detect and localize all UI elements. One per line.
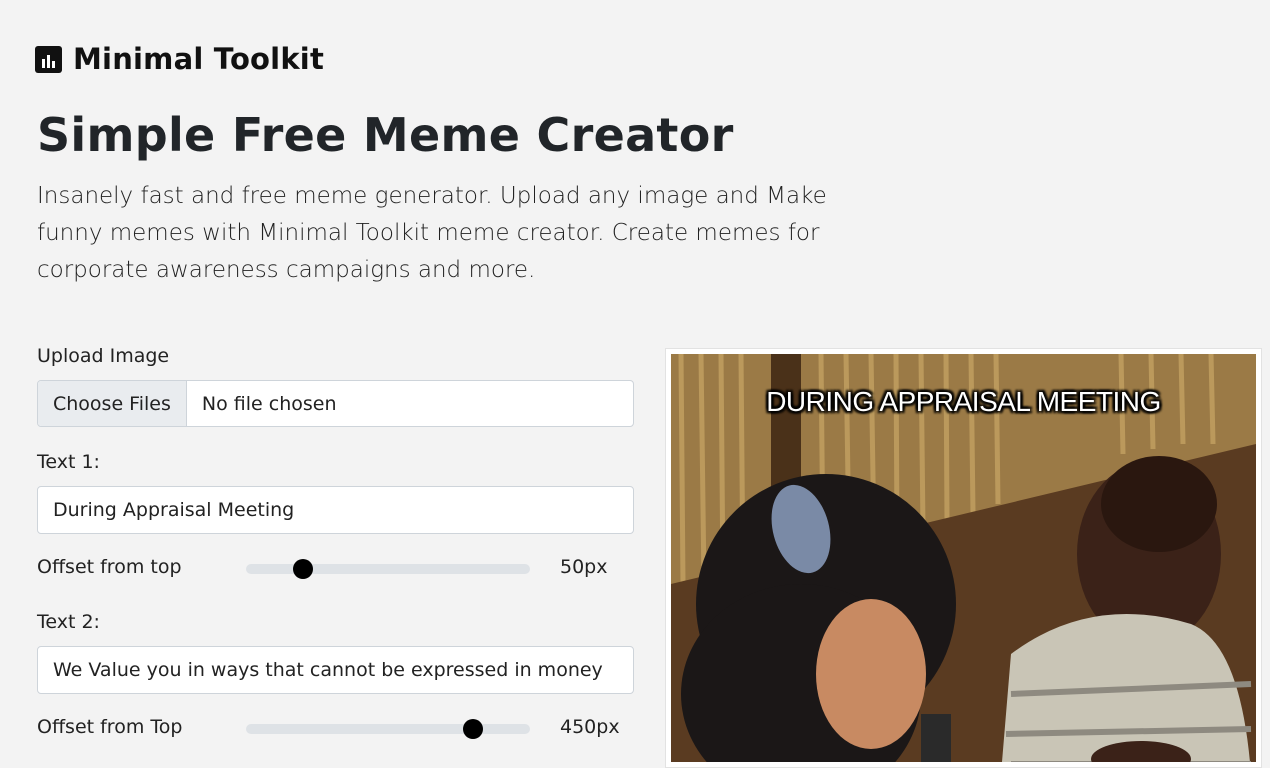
meme-preview: DURING APPRAISAL MEETING	[665, 348, 1262, 768]
offset2-label: Offset from Top	[37, 716, 183, 738]
page-description: Insanely fast and free meme generator. U…	[37, 183, 827, 283]
offset1-label: Offset from top	[37, 556, 182, 578]
file-upload-input[interactable]: Choose Files No file chosen	[37, 380, 634, 427]
offset1-row: Offset from top 50px	[37, 554, 634, 584]
upload-label: Upload Image	[37, 345, 170, 367]
page-title: Simple Free Meme Creator	[37, 108, 734, 162]
text2-input[interactable]	[37, 646, 634, 694]
offset2-slider-thumb[interactable]	[463, 719, 484, 739]
meme-caption-top: DURING APPRAISAL MEETING	[766, 386, 1161, 417]
offset2-slider[interactable]	[246, 719, 530, 739]
offset1-slider[interactable]	[246, 559, 530, 579]
text1-label: Text 1:	[37, 451, 100, 473]
offset1-value: 50px	[560, 556, 608, 578]
offset1-slider-thumb[interactable]	[292, 559, 313, 579]
meme-image: DURING APPRAISAL MEETING	[671, 354, 1256, 762]
brand[interactable]: Minimal Toolkit	[35, 42, 324, 76]
choose-files-button[interactable]: Choose Files	[38, 381, 187, 426]
offset2-row: Offset from Top 450px	[37, 714, 634, 744]
brand-name: Minimal Toolkit	[73, 42, 325, 76]
file-status: No file chosen	[201, 392, 337, 415]
bar-chart-icon	[35, 45, 62, 73]
offset2-value: 450px	[560, 716, 620, 738]
meme-form: Upload Image Choose Files No file chosen…	[37, 345, 634, 744]
text1-input[interactable]	[37, 486, 634, 534]
text2-label: Text 2:	[37, 611, 100, 633]
